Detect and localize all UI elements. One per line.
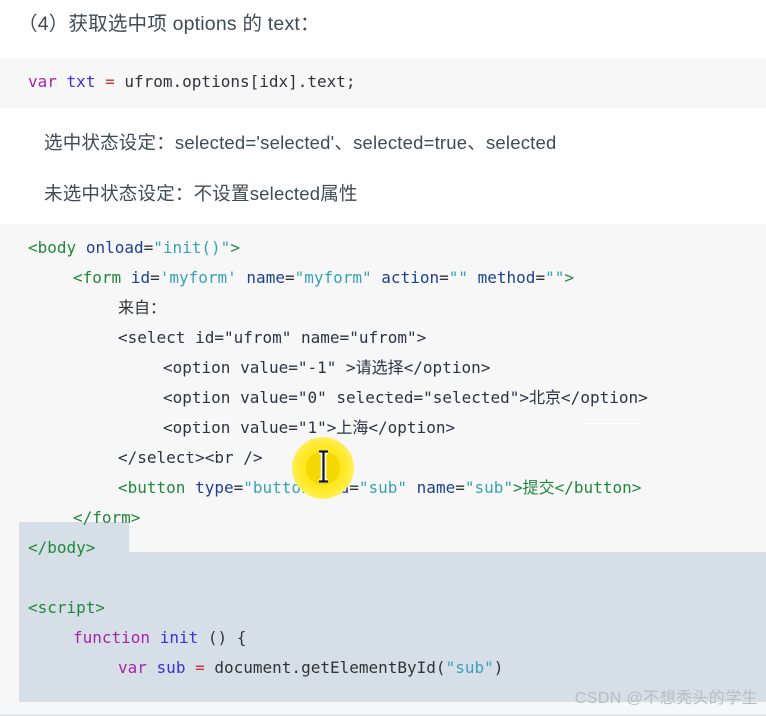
code-token: =	[143, 238, 154, 257]
code-line: <body onload="init()">	[0, 233, 766, 263]
code-line: function init () {	[0, 623, 766, 653]
code-token: sub	[156, 658, 186, 677]
code-line: </select><br />	[0, 443, 766, 473]
code-token: <option value="0" selected="selected">北京…	[163, 388, 648, 407]
code-token: <form	[73, 268, 122, 287]
csdn-watermark: CSDN @不想秃头的学生	[574, 690, 758, 707]
code-token: =	[284, 268, 295, 287]
code-token: >提交	[513, 478, 555, 497]
code-line: <option value="1">上海</option>	[0, 413, 766, 443]
page-root: （4）获取选中项 options 的 text： var txt = ufrom…	[0, 0, 766, 716]
code-line: <form id='myform' name="myform" action="…	[0, 263, 766, 293]
code-token: <option value="1">上海</option>	[163, 418, 456, 437]
code-token: =	[233, 478, 244, 497]
code-token: =	[455, 478, 465, 497]
code-token: =	[105, 72, 115, 91]
text-ibeam-cursor-icon	[317, 448, 330, 485]
code-line: </body>	[0, 533, 766, 563]
code-line: <script>	[0, 593, 766, 623]
page-heading: （4）获取选中项 options 的 text：	[18, 13, 320, 35]
code-token: 'myform'	[159, 268, 237, 287]
code-token: () {	[198, 628, 247, 647]
code-token: <script>	[28, 598, 106, 617]
code-token: var	[118, 658, 147, 677]
code-token: </button>	[554, 478, 642, 497]
cjk-underline-artifact	[165, 453, 220, 454]
code-token: var	[28, 72, 57, 91]
note-unselected-state: 未选中状态设定：不设置selected属性	[44, 183, 358, 204]
code-lines-2: <body onload="init()"> <form id='myform' …	[0, 233, 766, 683]
code-token: init	[159, 628, 199, 647]
code-token: </select><br />	[118, 448, 263, 467]
code-line: <option value="-1" >请选择</option>	[0, 353, 766, 383]
code-token: <select id="ufrom" name="ufrom">	[118, 328, 427, 347]
code-token: txt	[66, 72, 96, 91]
cjk-underline-artifact	[580, 423, 644, 424]
code-token: <body	[28, 238, 77, 257]
code-line: var sub = document.getElementById("sub")	[0, 653, 766, 683]
cjk-underline-artifact	[345, 393, 417, 394]
code-token: type	[195, 478, 234, 497]
code-line: <option value="0" selected="selected">北京…	[0, 383, 766, 413]
code-token: "init()"	[153, 238, 231, 257]
code-token: ""	[545, 268, 565, 287]
code-token: )	[493, 658, 504, 677]
code-token: 来自：	[118, 298, 167, 317]
code-token: action	[381, 268, 440, 287]
code-token: ufrom.options[idx].text;	[114, 72, 356, 91]
code-token: </body>	[28, 538, 96, 557]
code-lines-1: var txt = ufrom.options[idx].text;	[0, 67, 766, 97]
code-token: <option value="-1" >请选择</option>	[163, 358, 491, 377]
code-line: </form>	[0, 503, 766, 533]
code-token: name	[416, 478, 456, 497]
code-token: ""	[448, 268, 468, 287]
code-line: <button type="button" id="sub" name="sub…	[0, 473, 766, 503]
code-token: document.getElementById(	[204, 658, 446, 677]
cjk-underline-artifact	[166, 423, 230, 424]
code-token: >	[564, 268, 574, 287]
code-line: var txt = ufrom.options[idx].text;	[0, 67, 766, 97]
code-token: </form>	[73, 508, 141, 527]
code-token: =	[195, 658, 205, 677]
code-block-html-example[interactable]: <body onload="init()"> <form id='myform' …	[0, 224, 766, 716]
code-token: "sub"	[358, 478, 408, 497]
code-token: "sub"	[464, 478, 514, 497]
code-token: method	[477, 268, 536, 287]
note-selected-state: 选中状态设定：selected='selected'、selected=true…	[44, 132, 557, 153]
code-token: =	[439, 268, 449, 287]
code-line: <select id="ufrom" name="ufrom">	[0, 323, 766, 353]
code-token: function	[73, 628, 151, 647]
code-token: =	[150, 268, 160, 287]
code-token: "sub"	[445, 658, 494, 677]
code-token: <button	[118, 478, 186, 497]
code-token: >	[230, 238, 240, 257]
code-token: "myform"	[294, 268, 372, 287]
code-block-get-text[interactable]: var txt = ufrom.options[idx].text;	[0, 58, 766, 108]
code-token: =	[535, 268, 546, 287]
code-line: 来自：	[0, 293, 766, 323]
code-token: name	[246, 268, 285, 287]
code-token: id	[130, 268, 151, 287]
code-token: onload	[85, 238, 144, 257]
